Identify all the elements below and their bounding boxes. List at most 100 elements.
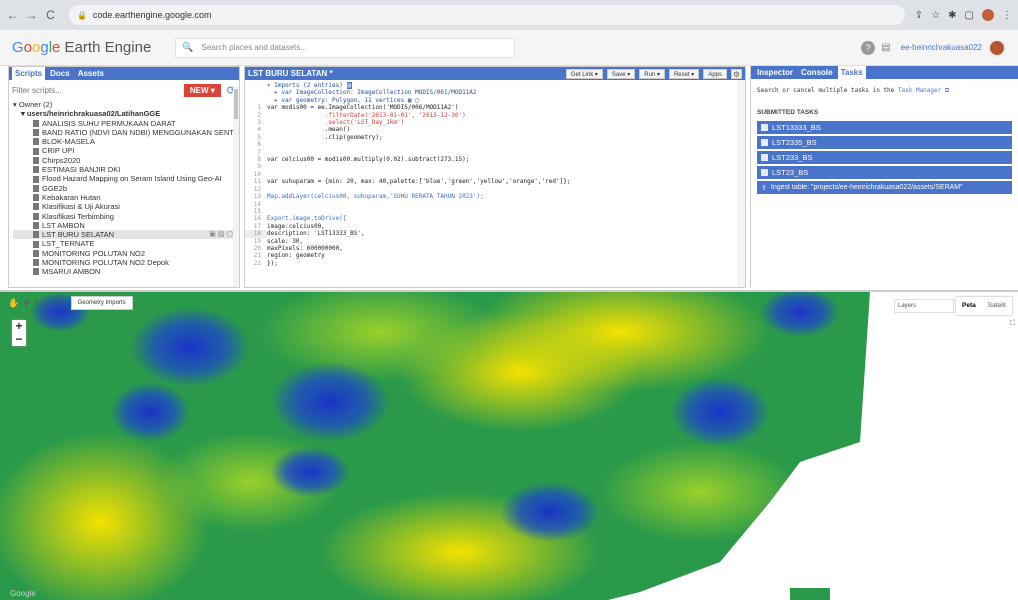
- browser-actions: ⇪ ☆ ✱ ▢ ⋮: [915, 9, 1012, 21]
- script-item[interactable]: CRIP UPI: [13, 146, 239, 155]
- forward-icon[interactable]: →: [25, 8, 38, 22]
- filter-scripts-input[interactable]: [12, 83, 180, 97]
- line-icon[interactable]: ⌇: [34, 298, 38, 309]
- script-item[interactable]: Chirps2020: [13, 156, 239, 165]
- zoom-out-button[interactable]: −: [12, 333, 26, 346]
- script-title: LST BURU SELATAN *: [248, 69, 333, 78]
- run-button[interactable]: Run ▾: [639, 68, 665, 79]
- hand-icon[interactable]: ✋: [8, 298, 19, 309]
- gear-icon[interactable]: ⚙: [731, 68, 742, 79]
- new-button[interactable]: NEW ▾: [183, 83, 221, 97]
- address-bar[interactable]: 🔒 code.earthengine.google.com: [68, 5, 905, 25]
- tab-docs[interactable]: Docs: [47, 67, 73, 80]
- profile-avatar[interactable]: [982, 9, 994, 21]
- share-icon[interactable]: ⇪: [915, 10, 923, 21]
- map-type-peta[interactable]: Peta: [956, 297, 982, 315]
- code-line: .clip(geometry);: [267, 133, 383, 141]
- file-icon: [33, 212, 39, 220]
- tab-assets[interactable]: Assets: [75, 67, 107, 80]
- task-manager-link[interactable]: Task Manager: [898, 87, 941, 94]
- map-type-satelit[interactable]: Satelit: [982, 297, 1012, 315]
- upload-icon: ⇪: [761, 184, 767, 192]
- file-icon: [33, 222, 39, 229]
- file-icon: [33, 129, 39, 137]
- script-item[interactable]: ESTIMASI BANJIR DKI: [13, 165, 239, 174]
- reset-button[interactable]: Reset ▾: [668, 68, 700, 79]
- task-item[interactable]: LST2335_BS✓: [757, 136, 1012, 149]
- search-input[interactable]: 🔍 Search places and datasets...: [175, 37, 516, 58]
- lock-icon: 🔒: [76, 10, 87, 20]
- tab-inspector[interactable]: Inspector: [754, 66, 796, 79]
- header-actions: ? ▤ ee-heinrichrakuasa022: [861, 38, 1006, 57]
- save-button[interactable]: Save ▾: [606, 68, 636, 79]
- earth-engine-logo[interactable]: Google Earth Engine: [12, 39, 151, 56]
- script-item[interactable]: Klasifikasi Terbimbing: [13, 212, 239, 221]
- map-type-control: Peta Satelit: [956, 297, 1012, 315]
- file-icon: [33, 138, 39, 146]
- map-canvas[interactable]: ✋ ⚲ ⌇ ⬠ ▭ Geometry Imports + − Layers Pe…: [0, 290, 1018, 600]
- script-item[interactable]: Klasifikasi & Uji Akurasi: [13, 202, 239, 211]
- external-link-icon[interactable]: ⧉: [945, 87, 949, 94]
- apps-button[interactable]: Apps: [703, 68, 727, 79]
- left-tabs: Scripts Docs Assets: [9, 67, 239, 80]
- owner-folder[interactable]: ▾ Owner (2): [13, 100, 239, 109]
- tab-console[interactable]: Console: [798, 66, 836, 79]
- script-item[interactable]: LST_TERNATE: [13, 239, 239, 248]
- row-action-icons[interactable]: ▣ ▨ ▢: [209, 230, 233, 239]
- layers-button[interactable]: Layers: [894, 299, 954, 313]
- editor-scrollbar[interactable]: [737, 80, 745, 287]
- script-item[interactable]: Kebakaran Hutan: [13, 193, 239, 202]
- scripts-scrollbar[interactable]: [233, 87, 239, 287]
- back-icon[interactable]: ←: [6, 8, 19, 22]
- extensions-icon[interactable]: ✱: [948, 10, 956, 21]
- right-tabs: Inspector Console Tasks: [751, 66, 1018, 79]
- polygon-icon[interactable]: ⬠: [42, 298, 50, 309]
- user-repo-folder[interactable]: ▾ users/heinrichrakuasa02/LatihanGGE: [13, 109, 239, 118]
- script-item[interactable]: ANALISIS SUHU PERMUKAAN DARAT: [13, 119, 239, 128]
- marker-icon[interactable]: ⚲: [23, 298, 30, 309]
- script-item[interactable]: BAND RATIO (NDVI DAN NDBI) MENGGUNAKAN S…: [13, 128, 239, 137]
- file-icon: [33, 166, 39, 174]
- scroll-thumb[interactable]: [234, 89, 238, 119]
- tab-scripts[interactable]: Scripts: [12, 67, 46, 80]
- file-icon: [33, 240, 39, 248]
- star-icon[interactable]: ☆: [931, 10, 940, 21]
- script-item[interactable]: MONITORING POLUTAN NO2 Depok: [13, 258, 239, 267]
- fullscreen-icon[interactable]: ⛶: [1010, 320, 1018, 330]
- help-icon[interactable]: ?: [861, 40, 876, 55]
- tasks-panel: Inspector Console Tasks Search or cancel…: [750, 66, 1018, 288]
- geometry-imports-button[interactable]: Geometry Imports: [70, 296, 133, 310]
- menu-icon[interactable]: ⋮: [1002, 10, 1012, 21]
- user-avatar[interactable]: [988, 38, 1006, 57]
- lst-raster-layer: [0, 292, 870, 600]
- feedback-icon[interactable]: ▤: [881, 42, 890, 53]
- script-item[interactable]: GGE2b: [13, 184, 239, 193]
- image-icon: [761, 124, 768, 131]
- image-icon: [761, 169, 768, 176]
- code-line-active: description: 'LST13333_BS',: [267, 230, 365, 238]
- script-item[interactable]: MSARUI AMBON: [13, 267, 239, 276]
- script-item[interactable]: MONITORING POLUTAN NO2: [13, 249, 239, 258]
- rectangle-icon[interactable]: ▭: [54, 298, 63, 309]
- task-item[interactable]: LST13333_BS✓: [757, 121, 1012, 134]
- task-item-ingest[interactable]: ⇪ Ingest table: "projects/ee-heinrichraku…: [757, 181, 1012, 194]
- script-item-selected[interactable]: LST BURU SELATAN ▣ ▨ ▢: [13, 230, 239, 240]
- get-link-button[interactable]: Get Link ▾: [565, 68, 603, 79]
- filter-row: NEW ▾ ⟳: [9, 80, 239, 100]
- tab-tasks[interactable]: Tasks: [837, 66, 866, 79]
- code-line: region: geometry: [267, 252, 325, 260]
- code-line: Export.image.toDrive({: [267, 215, 347, 223]
- code-line: image:celcius00,: [267, 222, 325, 230]
- file-icon: [33, 175, 39, 183]
- task-item[interactable]: LST233_BS✓: [757, 151, 1012, 164]
- reload-icon[interactable]: C: [44, 8, 57, 22]
- task-item[interactable]: LST23_BS✓: [757, 166, 1012, 179]
- imports-header[interactable]: ▾ Imports (2 entries) ▤: [267, 82, 353, 89]
- script-item[interactable]: LST AMBON: [13, 221, 239, 230]
- script-item[interactable]: BLOK-MASELA: [13, 137, 239, 146]
- user-name[interactable]: ee-heinrichrakuasa022: [901, 43, 982, 52]
- script-item[interactable]: Flood Hazard Mapping on Seram Island Usi…: [13, 174, 239, 183]
- code-area[interactable]: ▾ Imports (2 entries) ▤ ▸ var ImageColle…: [245, 80, 745, 267]
- file-icon: [33, 203, 39, 211]
- tab-icon[interactable]: ▢: [965, 10, 974, 21]
